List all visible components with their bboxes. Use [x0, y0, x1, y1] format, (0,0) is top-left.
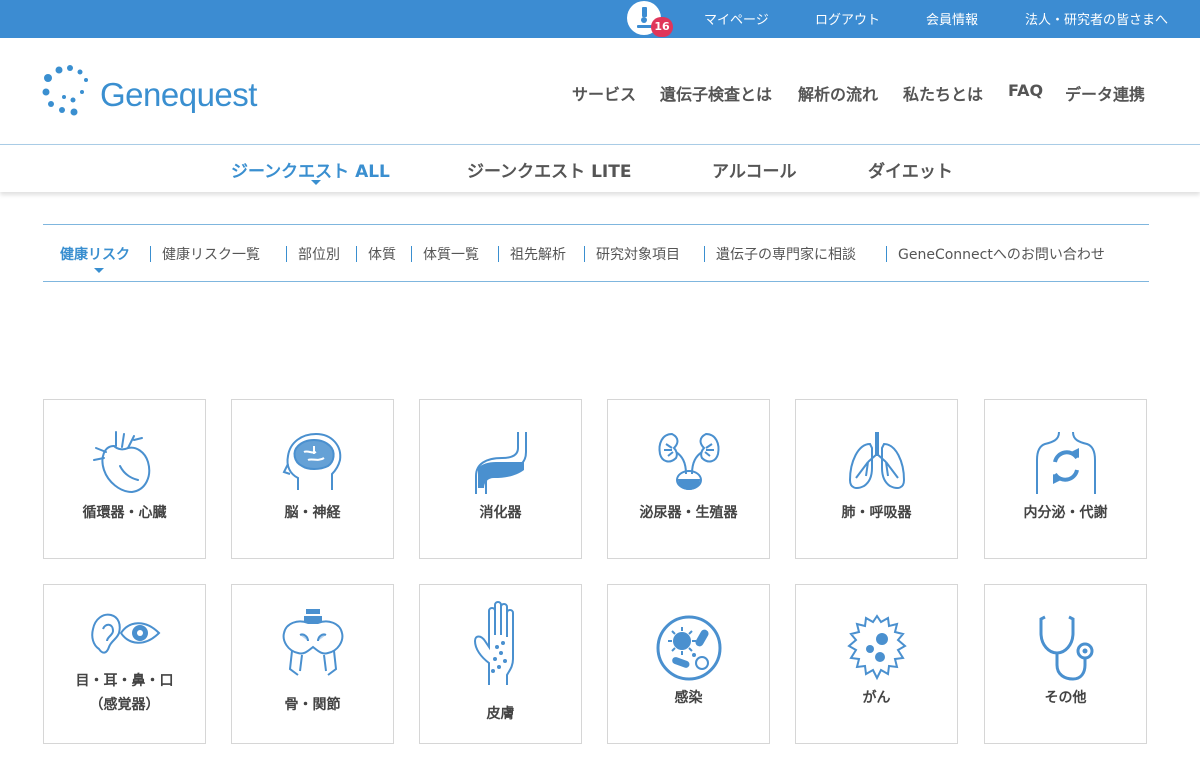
category-card-bone[interactable]: 骨・関節 [231, 584, 394, 744]
brain-icon [282, 432, 341, 490]
tab-diet[interactable]: ダイエット [868, 157, 953, 182]
lungs-icon [848, 432, 905, 489]
nav-analysis-flow[interactable]: 解析の流れ [798, 81, 878, 105]
category-label: 循環器・心臓 [82, 505, 167, 521]
subnav-constitution[interactable]: 体質 [368, 244, 396, 264]
subnav-consult-expert[interactable]: 遺伝子の専門家に相談 [716, 244, 856, 264]
category-label: 消化器 [479, 505, 522, 521]
germ-icon [656, 615, 721, 681]
active-tab-caret-icon [311, 180, 321, 185]
product-tabs: ジーンクエスト ALL ジーンクエスト LITE アルコール ダイエット [0, 144, 1200, 192]
logo-text[interactable]: Genequest [100, 76, 257, 114]
subnav-ancestry[interactable]: 祖先解析 [510, 244, 566, 264]
subnav-constitution-list[interactable]: 体質一覧 [423, 244, 479, 264]
subnav-by-body-part[interactable]: 部位別 [298, 244, 340, 264]
category-label: がん [862, 690, 891, 706]
subnav-health-risk[interactable]: 健康リスク [60, 244, 130, 264]
subnav-health-risk-list[interactable]: 健康リスク一覧 [162, 244, 260, 264]
category-label: 感染 [674, 690, 703, 706]
cancer-cell-icon [846, 614, 907, 681]
kidney-icon [658, 432, 719, 491]
logo-dots-icon[interactable] [42, 64, 92, 120]
header: Genequest サービス 遺伝子検査とは 解析の流れ 私たちとは FAQ デ… [0, 38, 1200, 145]
nav-faq[interactable]: FAQ [1008, 81, 1043, 100]
subnav-research-items[interactable]: 研究対象項目 [596, 244, 680, 264]
category-card-urogenital[interactable]: 泌尿器・生殖器 [607, 399, 770, 559]
divider [286, 246, 287, 262]
stethoscope-icon [1039, 615, 1093, 681]
notification-badge[interactable]: 16 [651, 17, 673, 37]
tab-alcohol[interactable]: アルコール [712, 157, 797, 182]
heart-icon [92, 431, 150, 494]
divider [411, 246, 412, 262]
category-label: 骨・関節 [284, 697, 341, 713]
category-card-brain[interactable]: 脳・神経 [231, 399, 394, 559]
nav-data-link[interactable]: データ連携 [1065, 81, 1145, 105]
nav-about-genetic-test[interactable]: 遺伝子検査とは [660, 81, 772, 105]
category-card-endocrine[interactable]: 内分泌・代謝 [984, 399, 1147, 559]
category-label: 目・耳・鼻・口 [75, 673, 174, 689]
category-label: 肺・呼吸器 [841, 505, 912, 521]
category-card-skin[interactable]: 皮膚 [419, 584, 582, 744]
corporate-link[interactable]: 法人・研究者の皆さまへ [1025, 9, 1168, 28]
category-sublabel: （感覚器） [89, 697, 160, 713]
tab-genequest-lite[interactable]: ジーンクエスト LITE [467, 157, 631, 182]
metabolism-icon [1035, 431, 1096, 494]
category-card-respiratory[interactable]: 肺・呼吸器 [795, 399, 958, 559]
ear-eye-icon [90, 613, 160, 654]
tab-genequest-all[interactable]: ジーンクエスト ALL [231, 157, 390, 182]
category-label: 脳・神経 [284, 505, 341, 521]
category-card-cancer[interactable]: がん [795, 584, 958, 744]
sub-nav: 健康リスク 健康リスク一覧 部位別 体質 体質一覧 祖先解析 研究対象項目 遺伝… [43, 224, 1149, 282]
top-bar: 16 マイページ ログアウト 会員情報 法人・研究者の皆さまへ [0, 0, 1200, 38]
category-label: その他 [1044, 690, 1087, 706]
divider [704, 246, 705, 262]
category-card-circulatory[interactable]: 循環器・心臓 [43, 399, 206, 559]
hand-skin-icon [473, 601, 514, 685]
category-label: 内分泌・代謝 [1023, 505, 1108, 521]
category-card-other[interactable]: その他 [984, 584, 1147, 744]
active-subnav-caret-icon [94, 268, 104, 273]
nav-services[interactable]: サービス [572, 81, 636, 105]
stomach-icon [474, 432, 527, 494]
mypage-link[interactable]: マイページ [704, 9, 769, 28]
divider [150, 246, 151, 262]
divider [498, 246, 499, 262]
divider [356, 246, 357, 262]
nav-about-us[interactable]: 私たちとは [903, 81, 983, 105]
category-card-infection[interactable]: 感染 [607, 584, 770, 744]
logout-link[interactable]: ログアウト [815, 9, 880, 28]
category-card-sensory[interactable]: 目・耳・鼻・口 （感覚器） [43, 584, 206, 744]
subnav-geneconnect-inquiry[interactable]: GeneConnectへのお問い合わせ [898, 244, 1105, 264]
category-label: 泌尿器・生殖器 [639, 505, 738, 521]
category-card-digestive[interactable]: 消化器 [419, 399, 582, 559]
divider [584, 246, 585, 262]
divider [886, 246, 887, 262]
category-label: 皮膚 [486, 706, 515, 722]
bone-icon [282, 609, 343, 676]
member-info-link[interactable]: 会員情報 [926, 9, 978, 28]
